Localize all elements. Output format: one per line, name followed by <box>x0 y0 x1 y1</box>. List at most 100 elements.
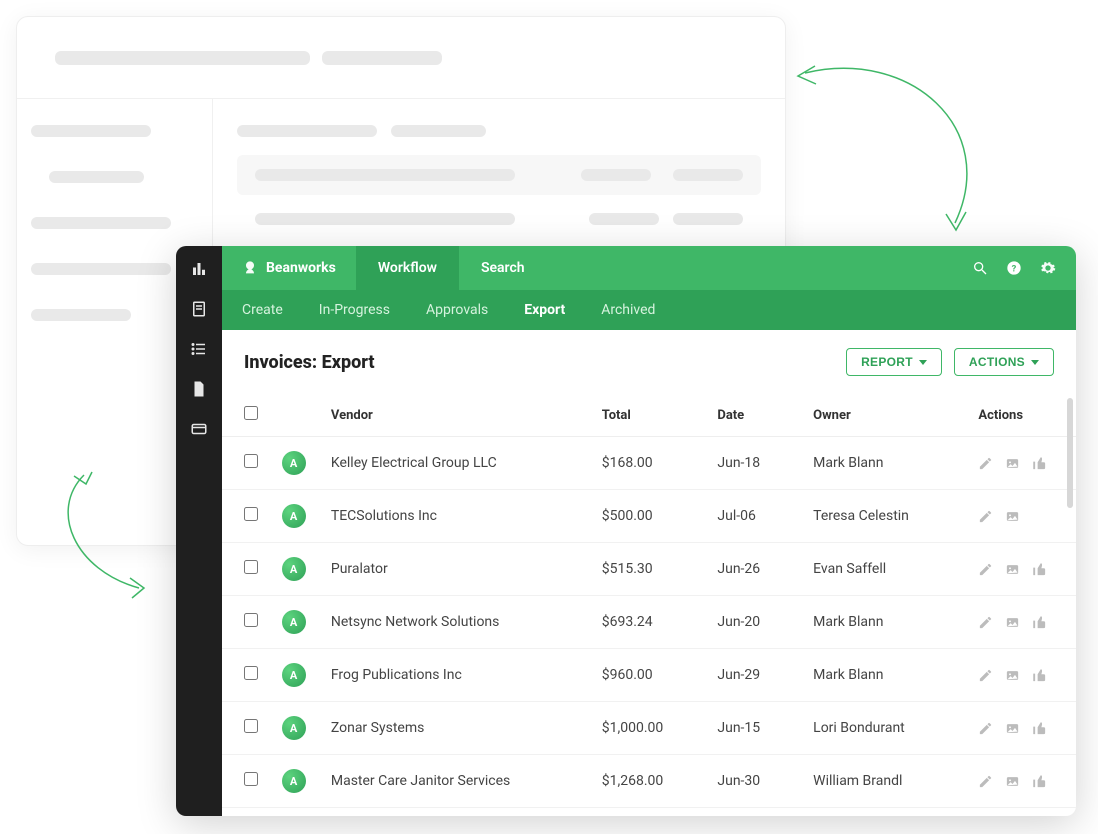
avatar: A <box>282 610 306 634</box>
thumbs-up-icon[interactable] <box>1032 668 1047 683</box>
table-row[interactable]: A CnC Pro Audio Video $1,500.00 Jul-02 R… <box>222 808 1076 817</box>
cell-owner: Mark Blann <box>803 649 968 702</box>
avatar: A <box>282 451 306 475</box>
cell-total: $500.00 <box>592 490 708 543</box>
cell-total: $1,000.00 <box>592 702 708 755</box>
table-row[interactable]: A Netsync Network Solutions $693.24 Jun-… <box>222 596 1076 649</box>
row-checkbox[interactable] <box>244 719 258 733</box>
edit-icon[interactable] <box>978 509 993 524</box>
image-icon[interactable] <box>1005 668 1020 683</box>
cell-vendor: Puralator <box>321 543 592 596</box>
image-icon[interactable] <box>1005 456 1020 471</box>
column-header-owner[interactable]: Owner <box>803 394 968 437</box>
table-row[interactable]: A Master Care Janitor Services $1,268.00… <box>222 755 1076 808</box>
subtab-create[interactable]: Create <box>242 302 283 318</box>
card-icon[interactable] <box>190 420 208 438</box>
scrollbar[interactable] <box>1067 398 1073 508</box>
sub-navbar: Create In-Progress Approvals Export Arch… <box>222 290 1076 330</box>
beanworks-app-window: Beanworks Workflow Search ? Create In-Pr… <box>176 246 1076 816</box>
brand-logo[interactable]: Beanworks <box>222 246 356 290</box>
avatar: A <box>282 769 306 793</box>
row-checkbox[interactable] <box>244 560 258 574</box>
avatar: A <box>282 557 306 581</box>
edit-icon[interactable] <box>978 456 993 471</box>
cell-owner: Mark Blann <box>803 437 968 490</box>
actions-button[interactable]: ACTIONS <box>954 348 1054 376</box>
cell-owner: Ricardo Mccullen <box>803 808 968 817</box>
cell-owner: Teresa Celestin <box>803 490 968 543</box>
image-icon[interactable] <box>1005 615 1020 630</box>
thumbs-up-icon[interactable] <box>1032 615 1047 630</box>
cell-vendor: CnC Pro Audio Video <box>321 808 592 817</box>
image-icon[interactable] <box>1005 721 1020 736</box>
thumbs-up-icon[interactable] <box>1032 774 1047 789</box>
cell-vendor: TECSolutions Inc <box>321 490 592 543</box>
column-header-total[interactable]: Total <box>592 394 708 437</box>
avatar: A <box>282 663 306 687</box>
avatar: A <box>282 716 306 740</box>
bar-chart-icon[interactable] <box>190 260 208 278</box>
edit-icon[interactable] <box>978 562 993 577</box>
brand-label: Beanworks <box>266 260 336 276</box>
search-icon[interactable] <box>972 260 988 276</box>
page-title: Invoices: Export <box>244 352 375 373</box>
table-row[interactable]: A Zonar Systems $1,000.00 Jun-15 Lori Bo… <box>222 702 1076 755</box>
skeleton-bar <box>55 51 310 65</box>
report-button[interactable]: REPORT <box>846 348 942 376</box>
thumbs-up-icon[interactable] <box>1032 562 1047 577</box>
select-all-checkbox[interactable] <box>244 406 258 420</box>
row-checkbox[interactable] <box>244 613 258 627</box>
image-icon[interactable] <box>1005 562 1020 577</box>
subtab-archived[interactable]: Archived <box>601 302 655 318</box>
edit-icon[interactable] <box>978 668 993 683</box>
cell-vendor: Kelley Electrical Group LLC <box>321 437 592 490</box>
skeleton-bar <box>31 263 171 275</box>
cell-owner: William Brandl <box>803 755 968 808</box>
cell-owner: Evan Saffell <box>803 543 968 596</box>
skeleton-bar <box>31 125 151 137</box>
cell-total: $960.00 <box>592 649 708 702</box>
list-icon[interactable] <box>190 340 208 358</box>
left-nav-rail <box>176 246 222 816</box>
skeleton-bar <box>49 171 144 183</box>
gear-icon[interactable] <box>1040 260 1056 276</box>
thumbs-up-icon[interactable] <box>1032 456 1047 471</box>
row-checkbox[interactable] <box>244 507 258 521</box>
table-row[interactable]: A Puralator $515.30 Jun-26 Evan Saffell <box>222 543 1076 596</box>
image-icon[interactable] <box>1005 774 1020 789</box>
tab-search[interactable]: Search <box>459 246 547 290</box>
edit-icon[interactable] <box>978 721 993 736</box>
cell-total: $1,268.00 <box>592 755 708 808</box>
column-header-date[interactable]: Date <box>707 394 803 437</box>
page-header: Invoices: Export REPORT ACTIONS <box>222 330 1076 394</box>
document-icon[interactable] <box>190 300 208 318</box>
table-row[interactable]: A Kelley Electrical Group LLC $168.00 Ju… <box>222 437 1076 490</box>
subtab-approvals[interactable]: Approvals <box>426 302 488 318</box>
file-icon[interactable] <box>190 380 208 398</box>
subtab-in-progress[interactable]: In-Progress <box>319 302 390 318</box>
cell-date: Jun-18 <box>707 437 803 490</box>
chevron-down-icon <box>919 360 927 365</box>
table-row[interactable]: A TECSolutions Inc $500.00 Jul-06 Teresa… <box>222 490 1076 543</box>
cell-date: Jun-15 <box>707 702 803 755</box>
cell-date: Jul-06 <box>707 490 803 543</box>
subtab-export[interactable]: Export <box>524 302 565 318</box>
table-row[interactable]: A Frog Publications Inc $960.00 Jun-29 M… <box>222 649 1076 702</box>
thumbs-up-icon[interactable] <box>1032 721 1047 736</box>
beanworks-logo-icon <box>242 260 258 276</box>
row-checkbox[interactable] <box>244 666 258 680</box>
tab-workflow[interactable]: Workflow <box>356 246 459 290</box>
help-icon[interactable]: ? <box>1006 260 1022 276</box>
cell-vendor: Master Care Janitor Services <box>321 755 592 808</box>
row-checkbox[interactable] <box>244 772 258 786</box>
skeleton-bar <box>31 217 171 229</box>
image-icon[interactable] <box>1005 509 1020 524</box>
row-checkbox[interactable] <box>244 454 258 468</box>
edit-icon[interactable] <box>978 774 993 789</box>
edit-icon[interactable] <box>978 615 993 630</box>
column-header-vendor[interactable]: Vendor <box>321 394 592 437</box>
top-navbar: Beanworks Workflow Search ? <box>222 246 1076 290</box>
invoice-table-container: Vendor Total Date Owner Actions A Kelley… <box>222 394 1076 816</box>
cell-total: $1,500.00 <box>592 808 708 817</box>
cell-date: Jul-02 <box>707 808 803 817</box>
